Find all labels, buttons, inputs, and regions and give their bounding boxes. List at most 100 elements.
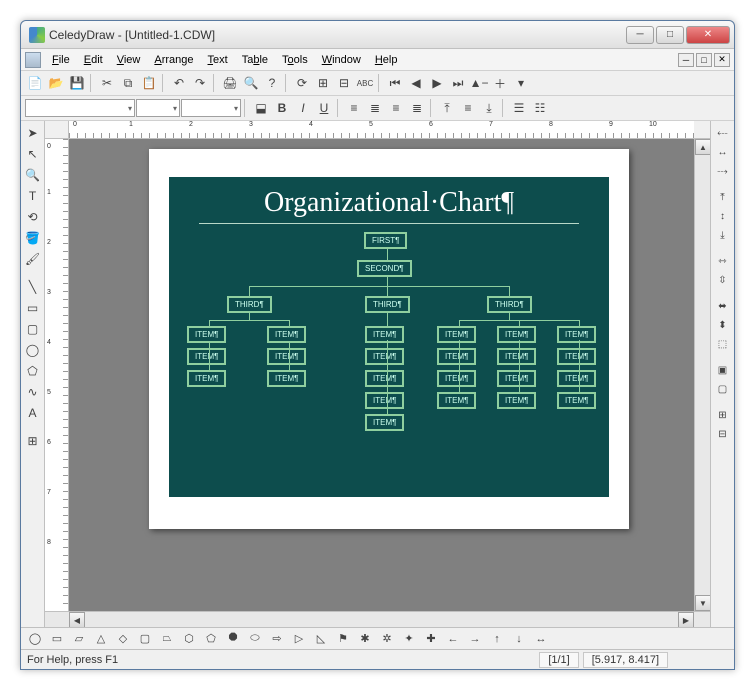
valign-top-button[interactable]: ⤒ bbox=[437, 98, 457, 118]
underline-button[interactable]: U bbox=[314, 98, 334, 118]
node-item[interactable]: ITEM¶ bbox=[187, 370, 226, 387]
snap-button[interactable]: ⊟ bbox=[334, 73, 354, 93]
shape-trapezoid[interactable]: ⏢ bbox=[157, 630, 177, 648]
align-top-objects[interactable]: ⤒ bbox=[713, 188, 733, 206]
first-page-button[interactable]: ⏮ bbox=[385, 73, 405, 93]
text-tool[interactable]: T bbox=[23, 186, 43, 206]
horizontal-scrollbar[interactable]: ◀ ▶ bbox=[45, 611, 710, 627]
menu-tools[interactable]: Tools bbox=[275, 52, 315, 68]
add-page-button[interactable]: ＋ bbox=[490, 73, 510, 93]
shape-parallelogram[interactable]: ▱ bbox=[69, 630, 89, 648]
node-third-2[interactable]: THIRD¶ bbox=[365, 296, 410, 313]
shape-ellipse[interactable]: ◯ bbox=[25, 630, 45, 648]
shape-flag[interactable]: ⚑ bbox=[333, 630, 353, 648]
shape-hexagon[interactable]: ⬡ bbox=[179, 630, 199, 648]
distribute-h[interactable]: ⇿ bbox=[713, 252, 733, 270]
font-size-combo[interactable] bbox=[136, 99, 180, 117]
minimize-button[interactable]: ─ bbox=[626, 26, 654, 44]
scroll-down-button[interactable]: ▼ bbox=[695, 595, 710, 611]
cut-button[interactable]: ✂ bbox=[97, 73, 117, 93]
shape-gear2[interactable]: ✲ bbox=[377, 630, 397, 648]
same-height[interactable]: ⬍ bbox=[713, 316, 733, 334]
menu-edit[interactable]: Edit bbox=[77, 52, 110, 68]
menu-file[interactable]: File bbox=[45, 52, 77, 68]
page-setup-button[interactable]: ▾ bbox=[511, 73, 531, 93]
horizontal-ruler[interactable]: 012345678910 bbox=[69, 121, 694, 139]
valign-middle-button[interactable]: ≡ bbox=[458, 98, 478, 118]
grid-button[interactable]: ⊞ bbox=[313, 73, 333, 93]
remove-page-button[interactable]: ▲− bbox=[469, 73, 489, 93]
italic-button[interactable]: I bbox=[293, 98, 313, 118]
shape-arrow-d[interactable]: ↓ bbox=[509, 630, 529, 648]
shape-arrow-lr[interactable]: ↔ bbox=[531, 630, 551, 648]
refresh-button[interactable]: ⟳ bbox=[292, 73, 312, 93]
same-size[interactable]: ⬚ bbox=[713, 335, 733, 353]
node-item[interactable]: ITEM¶ bbox=[497, 392, 536, 409]
shape-star4[interactable]: ✦ bbox=[399, 630, 419, 648]
save-button[interactable]: 💾 bbox=[67, 73, 87, 93]
shape-pentagon[interactable]: ⬠ bbox=[201, 630, 221, 648]
curve-tool[interactable]: ∿ bbox=[23, 382, 43, 402]
org-chart-slide[interactable]: Organizational·Chart¶ FIRST¶ SECOND¶ bbox=[169, 177, 609, 497]
menu-text[interactable]: Text bbox=[201, 52, 235, 68]
table-tool[interactable]: ⊞ bbox=[23, 431, 43, 451]
node-item[interactable]: ITEM¶ bbox=[437, 326, 476, 343]
brush-tool[interactable]: 🖌 bbox=[23, 249, 43, 269]
print-preview-button[interactable]: 🔍 bbox=[241, 73, 261, 93]
rotate-tool[interactable]: ⟲ bbox=[23, 207, 43, 227]
font-color-button[interactable]: ⬓ bbox=[251, 98, 271, 118]
node-item[interactable]: ITEM¶ bbox=[267, 326, 306, 343]
ellipse-tool[interactable]: ◯ bbox=[23, 340, 43, 360]
align-center-button[interactable]: ≣ bbox=[365, 98, 385, 118]
align-justify-button[interactable]: ≣ bbox=[407, 98, 427, 118]
vertical-ruler[interactable]: 012345678 bbox=[45, 139, 69, 611]
bring-front[interactable]: ▣ bbox=[713, 361, 733, 379]
shape-rect[interactable]: ▭ bbox=[47, 630, 67, 648]
close-button[interactable]: ✕ bbox=[686, 26, 730, 44]
node-item[interactable]: ITEM¶ bbox=[187, 326, 226, 343]
rect-tool[interactable]: ▭ bbox=[23, 298, 43, 318]
last-page-button[interactable]: ⏭ bbox=[448, 73, 468, 93]
shape-octagon[interactable]: ⯃ bbox=[223, 630, 243, 648]
node-item[interactable]: ITEM¶ bbox=[557, 370, 596, 387]
node-item[interactable]: ITEM¶ bbox=[557, 326, 596, 343]
paste-button[interactable]: 📋 bbox=[139, 73, 159, 93]
node-item[interactable]: ITEM¶ bbox=[365, 326, 404, 343]
shape-diamond[interactable]: ◇ bbox=[113, 630, 133, 648]
mdi-restore-button[interactable]: □ bbox=[696, 53, 712, 67]
bullets-button[interactable]: ☰ bbox=[509, 98, 529, 118]
titlebar[interactable]: CeledyDraw - [Untitled-1.CDW] ─ □ ✕ bbox=[21, 21, 734, 49]
node-item[interactable]: ITEM¶ bbox=[365, 414, 404, 431]
node-item[interactable]: ITEM¶ bbox=[437, 370, 476, 387]
node-item[interactable]: ITEM¶ bbox=[365, 370, 404, 387]
shape-arrow-u[interactable]: ↑ bbox=[487, 630, 507, 648]
bold-button[interactable]: B bbox=[272, 98, 292, 118]
node-item[interactable]: ITEM¶ bbox=[437, 348, 476, 365]
fill-tool[interactable]: 🪣 bbox=[23, 228, 43, 248]
node-item[interactable]: ITEM¶ bbox=[497, 370, 536, 387]
maximize-button[interactable]: □ bbox=[656, 26, 684, 44]
mdi-minimize-button[interactable]: ─ bbox=[678, 53, 694, 67]
node-item[interactable]: ITEM¶ bbox=[187, 348, 226, 365]
shape-cross[interactable]: ✚ bbox=[421, 630, 441, 648]
node-second[interactable]: SECOND¶ bbox=[357, 260, 412, 277]
node-tool[interactable]: ↖ bbox=[23, 144, 43, 164]
shape-rtriangle[interactable]: ◺ bbox=[311, 630, 331, 648]
scroll-up-button[interactable]: ▲ bbox=[695, 139, 710, 155]
shape-roundrect[interactable]: ▢ bbox=[135, 630, 155, 648]
valign-bottom-button[interactable]: ⤓ bbox=[479, 98, 499, 118]
pointer-tool[interactable]: ➤ bbox=[23, 123, 43, 143]
texttool2[interactable]: A bbox=[23, 403, 43, 423]
numbering-button[interactable]: ☷ bbox=[530, 98, 550, 118]
align-left-objects[interactable]: ⤎ bbox=[713, 124, 733, 142]
zoom-tool[interactable]: 🔍 bbox=[23, 165, 43, 185]
send-back[interactable]: ▢ bbox=[713, 380, 733, 398]
prev-page-button[interactable]: ◀ bbox=[406, 73, 426, 93]
chart-title[interactable]: Organizational·Chart¶ bbox=[169, 177, 609, 223]
font-family-combo[interactable] bbox=[25, 99, 135, 117]
roundrect-tool[interactable]: ▢ bbox=[23, 319, 43, 339]
ruler-corner[interactable] bbox=[45, 121, 69, 139]
shape-triangle[interactable]: △ bbox=[91, 630, 111, 648]
align-right-button[interactable]: ≡ bbox=[386, 98, 406, 118]
next-page-button[interactable]: ▶ bbox=[427, 73, 447, 93]
